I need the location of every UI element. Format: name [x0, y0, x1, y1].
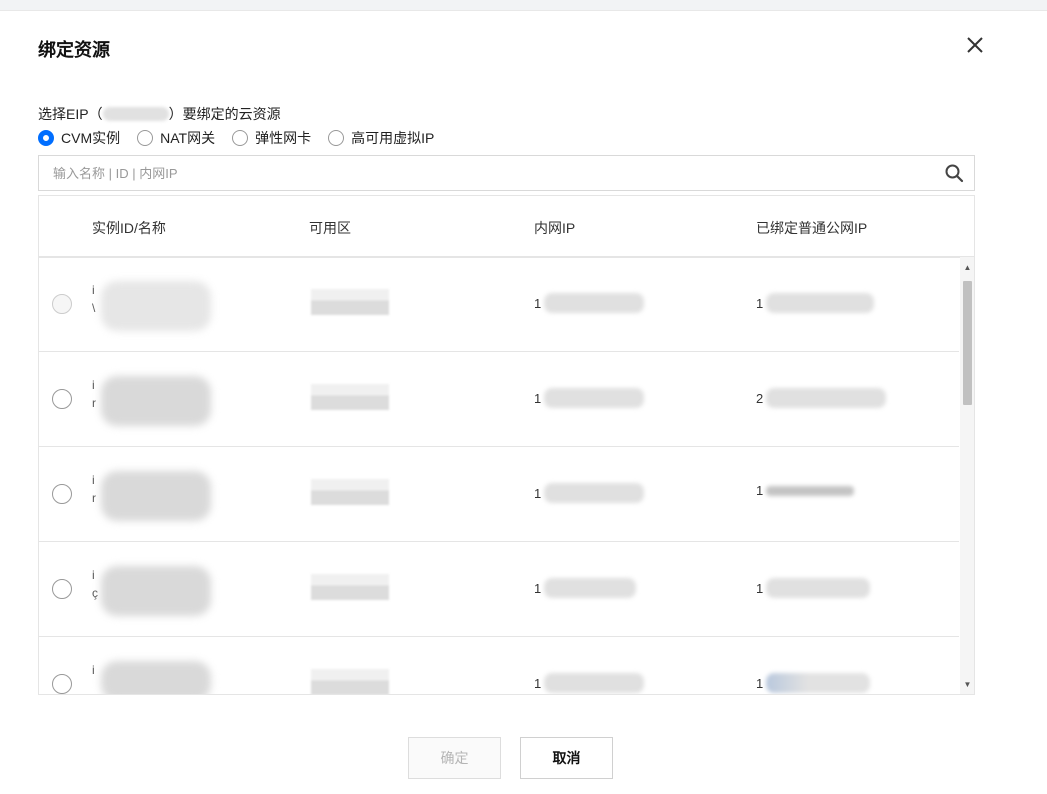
resource-type-group: CVM实例 NAT网关 弹性网卡 高可用虚拟IP — [38, 128, 451, 148]
public-ip: 1 — [756, 673, 871, 693]
radio-circle[interactable] — [232, 130, 249, 146]
redacted-instance-id — [101, 661, 211, 694]
column-header-instance: 实例ID/名称 — [92, 220, 166, 236]
redacted-instance-id — [101, 376, 211, 426]
redacted-instance-id — [101, 471, 211, 521]
redacted-zone — [311, 669, 389, 694]
radio-circle[interactable] — [38, 130, 54, 146]
instance-id-lead: i \ — [92, 283, 96, 315]
confirm-button[interactable]: 确定 — [408, 737, 501, 779]
radio-label: NAT网关 — [160, 130, 216, 146]
instance-table: 实例ID/名称 可用区 内网IP 已绑定普通公网IP i \ 1 1 ir 1 … — [38, 195, 975, 695]
table-row[interactable]: ir 1 2 — [39, 352, 959, 447]
row-radio[interactable] — [52, 389, 72, 409]
radio-label: 高可用虚拟IP — [351, 130, 435, 146]
instance-id-lead: iç — [92, 568, 98, 600]
radio-label: 弹性网卡 — [255, 130, 312, 146]
public-ip: 1 — [756, 483, 855, 498]
redacted-eip — [102, 107, 169, 121]
scrollbar-thumb[interactable] — [963, 281, 972, 405]
redacted-instance-id — [101, 566, 211, 616]
row-radio[interactable] — [52, 579, 72, 599]
table-header: 实例ID/名称 可用区 内网IP 已绑定普通公网IP — [39, 196, 974, 258]
private-ip: 1 — [534, 388, 645, 408]
close-icon[interactable] — [962, 32, 988, 58]
search-icon[interactable] — [942, 161, 966, 185]
radio-nat[interactable]: NAT网关 — [137, 128, 215, 148]
radio-circle[interactable] — [328, 130, 345, 146]
private-ip: 1 — [534, 578, 637, 598]
column-header-zone: 可用区 — [309, 220, 351, 236]
column-header-public-ip: 已绑定普通公网IP — [756, 220, 868, 236]
row-radio[interactable] — [52, 484, 72, 504]
table-scrollbar[interactable]: ▲ ▼ — [960, 257, 974, 694]
caret-down-icon[interactable]: ▼ — [960, 676, 974, 692]
redacted-zone — [311, 384, 389, 410]
private-ip: 1 — [534, 483, 645, 503]
top-divider — [0, 0, 1047, 11]
row-radio — [52, 294, 72, 314]
instance-id-lead: i — [92, 663, 95, 677]
radio-havip[interactable]: 高可用虚拟IP — [328, 128, 434, 148]
row-radio[interactable] — [52, 674, 72, 694]
column-header-private-ip: 内网IP — [534, 220, 576, 236]
private-ip: 1 — [534, 293, 645, 313]
instance-id-lead: ir — [92, 378, 96, 410]
cancel-button[interactable]: 取消 — [520, 737, 613, 779]
public-ip: 1 — [756, 293, 875, 313]
table-body: i \ 1 1 ir 1 2 i r 1 1 i ç 1 1 i 1 1 — [39, 257, 959, 694]
public-ip: 2 — [756, 388, 887, 408]
dialog-title: 绑定资源 — [38, 40, 110, 60]
redacted-instance-id — [101, 281, 211, 331]
radio-eni[interactable]: 弹性网卡 — [232, 128, 311, 148]
redacted-zone — [311, 479, 389, 505]
table-row[interactable]: ir 1 1 — [39, 447, 959, 542]
description-suffix: ）要绑定的云资源 — [168, 106, 281, 122]
description-prefix: 选择EIP（ — [38, 106, 103, 122]
radio-label: CVM实例 — [61, 130, 121, 146]
radio-circle[interactable] — [137, 130, 154, 146]
redacted-zone — [311, 289, 389, 315]
public-ip: 1 — [756, 578, 871, 598]
private-ip: 1 — [534, 673, 645, 693]
table-row[interactable]: i \ 1 1 — [39, 257, 959, 352]
table-row[interactable]: iç 1 1 — [39, 542, 959, 637]
instance-id-lead: ir — [92, 473, 96, 505]
dialog-description: 选择EIP（ ）要绑定的云资源 — [38, 104, 281, 124]
redacted-zone — [311, 574, 389, 600]
caret-up-icon[interactable]: ▲ — [960, 259, 974, 275]
search-input[interactable] — [39, 157, 942, 189]
table-row[interactable]: i 1 1 — [39, 637, 959, 694]
search-box — [38, 155, 975, 191]
radio-cvm[interactable]: CVM实例 — [38, 128, 120, 148]
